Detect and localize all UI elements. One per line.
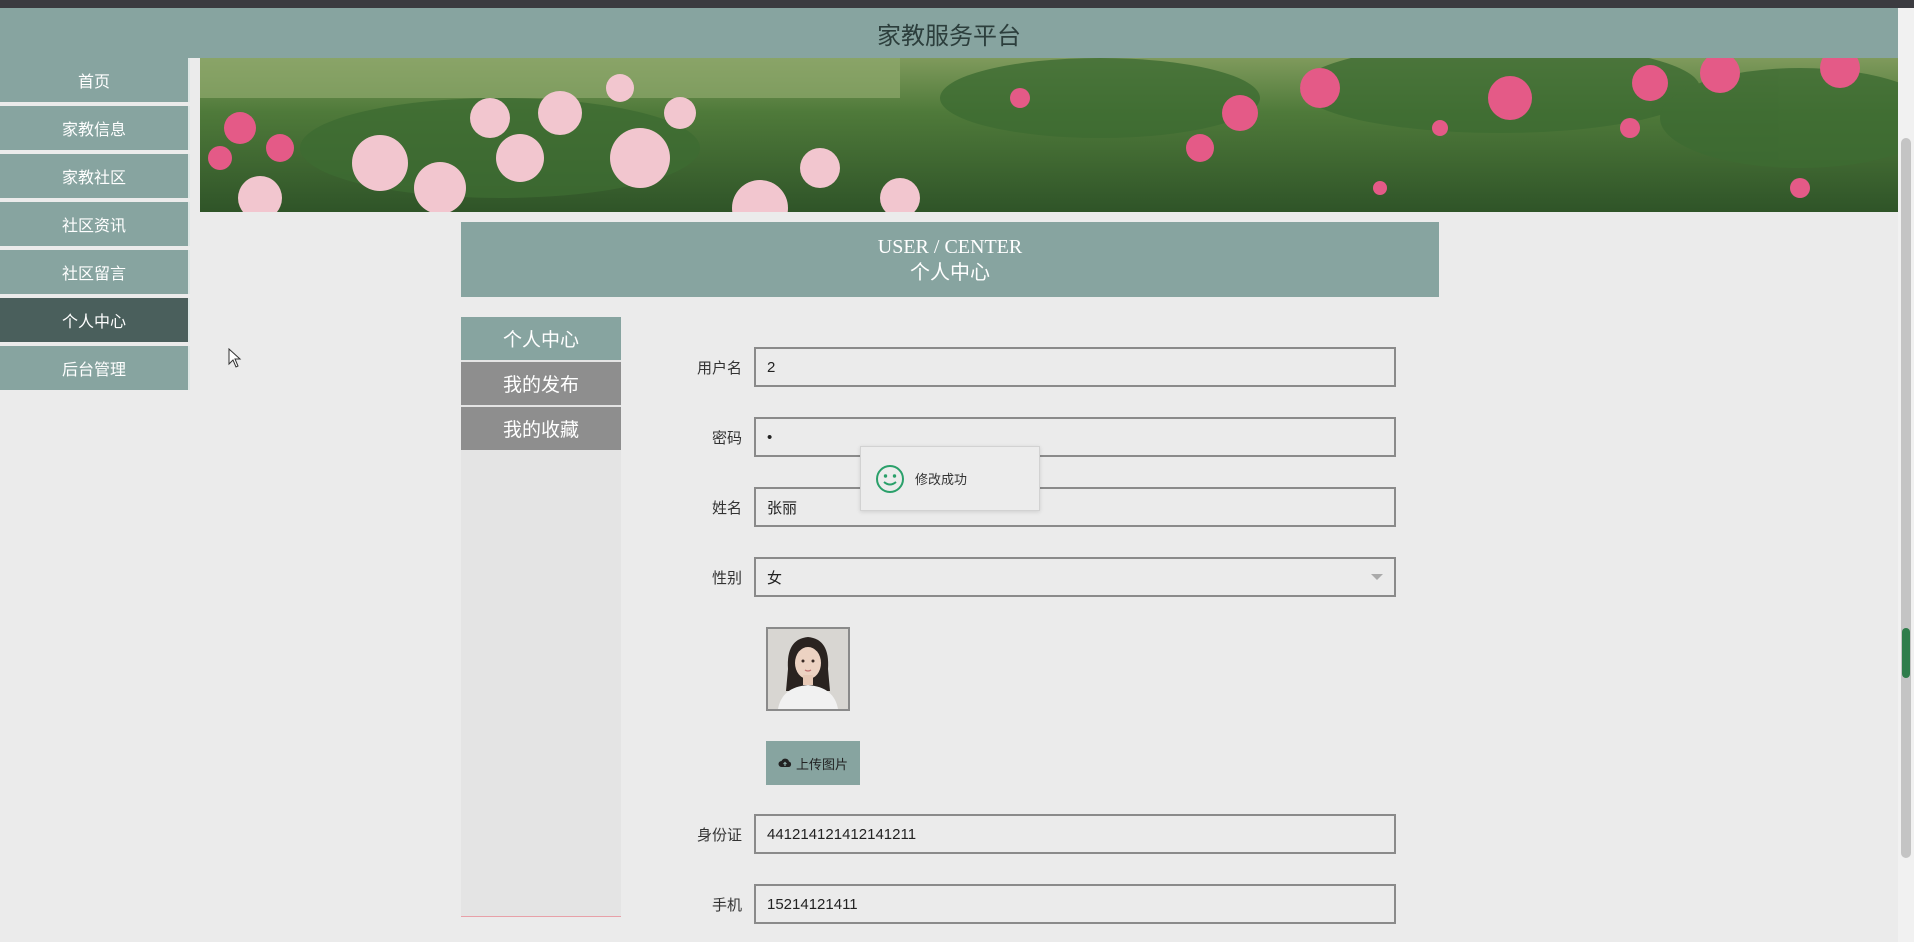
sidebar-item-user-center[interactable]: 个人中心 [0, 298, 190, 342]
browser-top-strip [0, 0, 1914, 8]
toast-message: 修改成功 [915, 472, 968, 487]
tab-user-center[interactable]: 个人中心 [461, 317, 621, 360]
scrollbar-thumb[interactable] [1901, 138, 1911, 858]
site-title: 家教服务平台 [877, 22, 1021, 50]
id-card-row: 身份证 441214121412141211 [680, 814, 1396, 854]
cloud-upload-icon [778, 758, 792, 767]
gender-select[interactable]: 女 [754, 557, 1396, 597]
page-title-en: USER / CENTER [877, 236, 1023, 258]
tab-my-posts[interactable]: 我的发布 [461, 362, 621, 405]
username-label: 用户名 [696, 359, 742, 377]
id-card-label: 身份证 [696, 826, 742, 844]
tab-my-favorites[interactable]: 我的收藏 [461, 407, 621, 450]
smile-icon [876, 464, 904, 493]
sidebar-item-admin[interactable]: 后台管理 [0, 346, 190, 390]
name-label: 姓名 [711, 499, 742, 517]
avatar-photo [766, 627, 850, 711]
site-header: 家教服务平台 [0, 8, 1898, 58]
user-center-subnav: 个人中心 我的发布 我的收藏 [461, 317, 621, 917]
phone-label: 手机 [711, 896, 742, 914]
chevron-down-icon [1371, 574, 1383, 580]
name-field[interactable]: 张丽 [754, 487, 1396, 527]
sidebar-item-home[interactable]: 首页 [0, 58, 190, 102]
sidebar-item-community-messages[interactable]: 社区留言 [0, 250, 190, 294]
user-center-header: USER / CENTER 个人中心 [461, 222, 1439, 297]
flower-banner-image [200, 58, 1898, 212]
sidebar-nav: 首页 家教信息 家教社区 社区资讯 社区留言 个人中心 后台管理 [0, 58, 190, 394]
sidebar-item-tutor-info[interactable]: 家教信息 [0, 106, 190, 150]
password-field[interactable]: • [754, 417, 1396, 457]
success-toast: 修改成功 [860, 446, 1040, 511]
sidebar-item-tutor-community[interactable]: 家教社区 [0, 154, 190, 198]
sidebar-item-community-news[interactable]: 社区资讯 [0, 202, 190, 246]
phone-field[interactable]: 15214121411 [754, 884, 1396, 924]
upload-image-button[interactable]: 上传图片 [766, 741, 860, 785]
username-row: 用户名 2 [680, 347, 1396, 387]
page-scrollbar[interactable] [1898, 8, 1914, 942]
scrollbar-indicator [1902, 628, 1910, 678]
gender-label: 性别 [711, 569, 742, 587]
id-card-field[interactable]: 441214121412141211 [754, 814, 1396, 854]
password-label: 密码 [711, 429, 742, 447]
page-title-cn: 个人中心 [910, 262, 990, 284]
phone-row: 手机 15214121411 [680, 884, 1396, 924]
gender-row: 性别 女 [680, 557, 1396, 597]
username-field[interactable]: 2 [754, 347, 1396, 387]
mouse-cursor-icon [228, 348, 242, 368]
